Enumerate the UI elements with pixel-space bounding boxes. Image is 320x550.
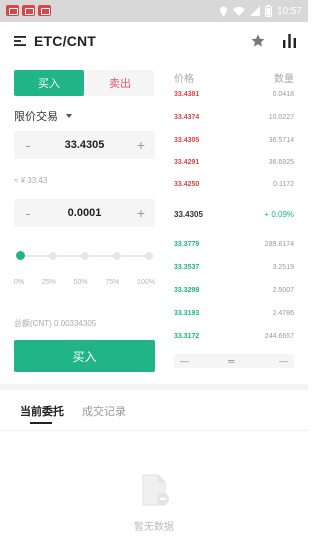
ask-amount: 36.6925 [268, 159, 294, 166]
ask-amount: 0.0418 [272, 91, 294, 98]
empty-state-text: 暂无数据 [134, 522, 174, 533]
ask-price: 33.4374 [174, 114, 200, 121]
percent-label[interactable]: 100% [137, 279, 155, 286]
ask-price: 33.4381 [174, 91, 200, 98]
bid-price: 33.3537 [174, 264, 200, 271]
percent-label[interactable]: 0% [14, 279, 24, 286]
tab-current-orders[interactable]: 当前委托 [20, 403, 64, 419]
percent-slider[interactable] [14, 248, 155, 264]
depth-increase-button[interactable]: — [279, 356, 288, 366]
location-icon [219, 6, 227, 16]
last-price-row: 33.4305 + 0.09% [174, 207, 294, 223]
slider-stop[interactable] [113, 252, 121, 260]
amount-decrement-button[interactable]: - [14, 199, 42, 227]
bid-amount: 3.2519 [272, 264, 294, 271]
buy-button[interactable]: 买入 [14, 340, 155, 372]
price-column-header: 价格 [174, 74, 194, 85]
bid-amount: 2.4786 [272, 310, 294, 317]
ask-price: 33.4250 [174, 181, 200, 188]
depth-decrease-button[interactable]: — [180, 356, 189, 366]
percent-label[interactable]: 50% [74, 279, 88, 286]
signal-icon [249, 6, 260, 16]
app-notification-icon [22, 5, 35, 16]
order-tabs: 当前委托 成交记录 [0, 392, 308, 430]
amount-stepper: - 0.0001 + [14, 199, 155, 227]
app-notification-icon [6, 5, 19, 16]
slider-stop[interactable] [49, 252, 57, 260]
bid-row[interactable]: 33.3779 289.8174 [174, 238, 294, 252]
slider-stop[interactable] [81, 252, 89, 260]
star-icon[interactable] [250, 33, 266, 49]
chart-icon[interactable] [282, 33, 297, 48]
bid-price: 33.3779 [174, 241, 200, 248]
amount-increment-button[interactable]: + [127, 199, 155, 227]
orderbook-header: 价格 数量 [174, 70, 294, 85]
bid-row[interactable]: 33.3298 2.5007 [174, 284, 294, 298]
chevron-down-icon [66, 114, 72, 118]
price-input[interactable]: 33.4305 [42, 131, 127, 159]
active-tab-indicator [30, 422, 52, 424]
price-change: + 0.09% [264, 210, 294, 219]
ask-amount: 0.1172 [273, 181, 294, 188]
ask-amount: 36.5714 [268, 137, 294, 144]
page-title[interactable]: ETC/CNT [34, 33, 96, 49]
approx-value: ≈ ¥ 33.43 [14, 176, 48, 185]
price-increment-button[interactable]: + [127, 131, 155, 159]
ask-price: 33.4291 [174, 159, 200, 166]
total-amount: 总额(CNT) 0.00334305 [14, 319, 97, 328]
bid-amount: 244.6657 [264, 333, 294, 340]
depth-mode-button[interactable]: ═ [228, 356, 234, 366]
app-notification-icon [38, 5, 51, 16]
bid-row[interactable]: 33.3193 2.4786 [174, 307, 294, 321]
percent-label[interactable]: 75% [105, 279, 119, 286]
depth-selector[interactable]: — ═ — [174, 354, 294, 368]
ask-row[interactable]: 33.4305 36.5714 [174, 134, 294, 148]
ask-row[interactable]: 33.4381 0.0418 [174, 88, 294, 102]
status-time: 10:57 [276, 5, 302, 17]
tabs-divider [0, 430, 308, 431]
last-price: 33.4305 [174, 210, 203, 219]
ask-row[interactable]: 33.4374 10.0227 [174, 111, 294, 125]
percent-label[interactable]: 25% [42, 279, 56, 286]
document-icon [142, 474, 169, 506]
bid-row[interactable]: 33.3172 244.6657 [174, 330, 294, 344]
bid-price: 33.3172 [174, 333, 200, 340]
menu-icon[interactable] [14, 35, 26, 47]
price-decrement-button[interactable]: - [14, 131, 42, 159]
battery-icon [264, 5, 272, 17]
section-divider [0, 384, 308, 390]
tab-buy[interactable]: 买入 [14, 70, 84, 96]
bid-amount: 2.5007 [272, 287, 294, 294]
ask-amount: 10.0227 [268, 114, 294, 121]
slider-thumb[interactable] [16, 251, 25, 260]
ask-price: 33.4305 [174, 137, 200, 144]
bid-price: 33.3193 [174, 310, 200, 317]
tab-trade-history[interactable]: 成交记录 [82, 403, 126, 419]
amount-input[interactable]: 0.0001 [42, 199, 127, 227]
price-stepper: - 33.4305 + [14, 131, 155, 159]
tab-sell[interactable]: 卖出 [86, 70, 154, 96]
ask-row[interactable]: 33.4291 36.6925 [174, 156, 294, 170]
order-type-select[interactable]: 限价交易 [14, 108, 72, 124]
wifi-icon [232, 6, 245, 16]
ask-row[interactable]: 33.4250 0.1172 [174, 178, 294, 192]
order-type-label: 限价交易 [14, 111, 58, 123]
status-bar: 10:57 [0, 0, 308, 22]
bid-row[interactable]: 33.3537 3.2519 [174, 261, 294, 275]
bid-amount: 289.8174 [264, 241, 294, 248]
amount-column-header: 数量 [274, 74, 294, 85]
bid-price: 33.3298 [174, 287, 200, 294]
percent-labels: 0% 25% 50% 75% 100% [14, 279, 155, 286]
slider-stop[interactable] [145, 252, 153, 260]
